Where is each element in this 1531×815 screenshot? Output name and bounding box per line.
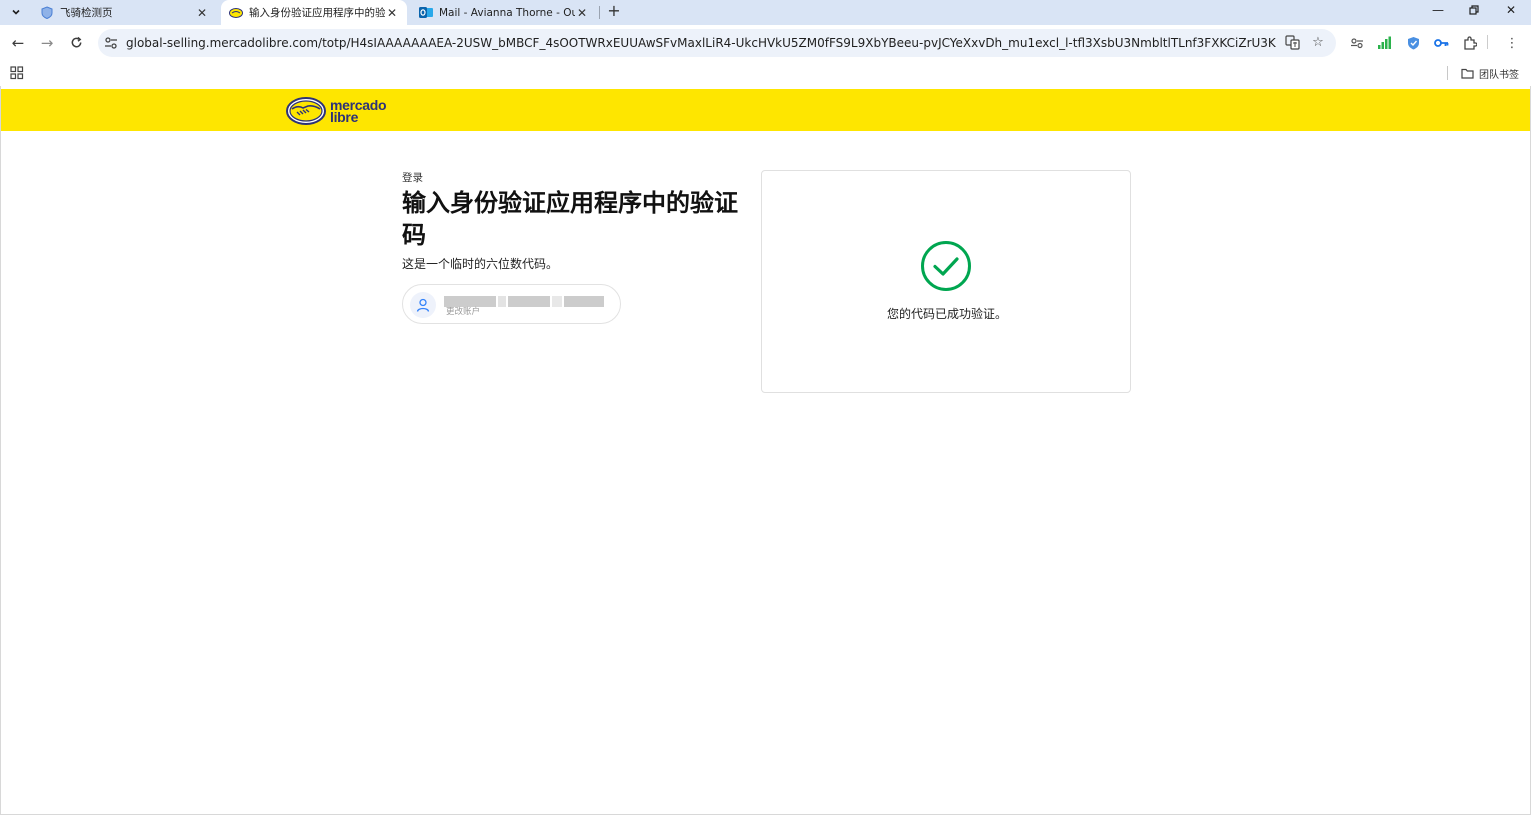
tab-feiqi[interactable]: 飞骑检测页 ✕ [32,0,217,25]
browser-toolbar: ← → global-selling.mercadolibre.com/totp… [0,25,1531,61]
account-email-redacted [444,291,606,307]
outlook-icon [419,6,433,20]
key-icon[interactable] [1433,35,1449,51]
minimize-button[interactable]: — [1420,0,1456,20]
site-info-icon[interactable] [104,36,118,50]
back-button[interactable]: ← [8,33,28,53]
more-menu-icon[interactable]: ⋮ [1504,35,1520,51]
restore-icon [1469,5,1479,15]
tab-outlook[interactable]: Mail - Avianna Thorne - Outl ✕ [411,0,597,25]
tab-search-button[interactable] [6,2,26,22]
puzzle-extensions-icon[interactable] [1462,35,1478,51]
tab-separator [599,6,600,19]
forward-button[interactable]: → [37,33,57,53]
verification-intro: 登录 输入身份验证应用程序中的验证码 这是一个临时的六位数代码。 更改账户 [402,170,747,324]
folder-icon [1461,68,1474,79]
chevron-down-icon [12,9,20,15]
success-check-icon [921,241,971,291]
tab-mercadolibre[interactable]: 输入身份验证应用程序中的验证 ✕ [221,0,407,25]
mercadolibre-favicon [229,6,243,20]
shield-icon [40,6,54,20]
logo-wordmark: mercado libre [330,98,387,124]
tab-title: 飞骑检测页 [60,7,113,19]
login-kicker: 登录 [402,172,423,184]
star-bookmark-icon[interactable]: ☆ [1310,35,1326,51]
close-tab-icon[interactable]: ✕ [575,6,589,20]
apps-grid-icon[interactable] [10,66,24,80]
bookmarks-divider [1447,66,1448,80]
browser-tab-strip: 飞骑检测页 ✕ 输入身份验证应用程序中的验证 ✕ Mail - Avianna … [0,0,1531,25]
address-bar[interactable]: global-selling.mercadolibre.com/totp/H4s… [98,29,1336,57]
close-tab-icon[interactable]: ✕ [385,6,399,20]
change-account-link[interactable]: 更改账户 [446,305,480,317]
user-avatar-icon [410,292,436,318]
page-subtitle: 这是一个临时的六位数代码。 [402,257,559,271]
bookmark-folder-team[interactable]: 团队书签 [1461,65,1519,81]
page-title: 输入身份验证应用程序中的验证码 [402,189,738,249]
close-tab-icon[interactable]: ✕ [195,6,209,20]
mercadolibre-logo[interactable]: mercado libre [286,96,387,126]
signal-bars-icon[interactable] [1376,35,1392,51]
tab-title: Mail - Avianna Thorne - Outl [439,6,575,19]
reload-button[interactable] [66,33,86,53]
shield-extension-icon[interactable] [1405,35,1421,51]
verification-result-card: 您的代码已成功验证。 [761,170,1131,393]
extension-icon[interactable] [1349,35,1365,51]
success-message: 您的代码已成功验证。 [886,307,1007,321]
tab-title: 输入身份验证应用程序中的验证 [249,7,385,19]
handshake-logo-icon [286,97,326,125]
account-chip[interactable]: 更改账户 [402,284,621,324]
restore-button[interactable] [1456,0,1492,20]
bookmarks-bar: 团队书签 [0,61,1531,86]
bookmark-folder-label: 团队书签 [1479,69,1519,81]
page-viewport: mercado libre 登录 输入身份验证应用程序中的验证码 这是一个临时的… [0,86,1531,815]
new-tab-button[interactable]: + [605,1,623,21]
toolbar-divider [1487,35,1488,49]
reload-icon [71,36,81,48]
translate-icon[interactable] [1284,35,1300,51]
close-window-button[interactable]: ✕ [1493,0,1529,20]
mercadolibre-header: mercado libre [1,89,1530,131]
url-text[interactable]: global-selling.mercadolibre.com/totp/H4s… [126,29,1276,57]
